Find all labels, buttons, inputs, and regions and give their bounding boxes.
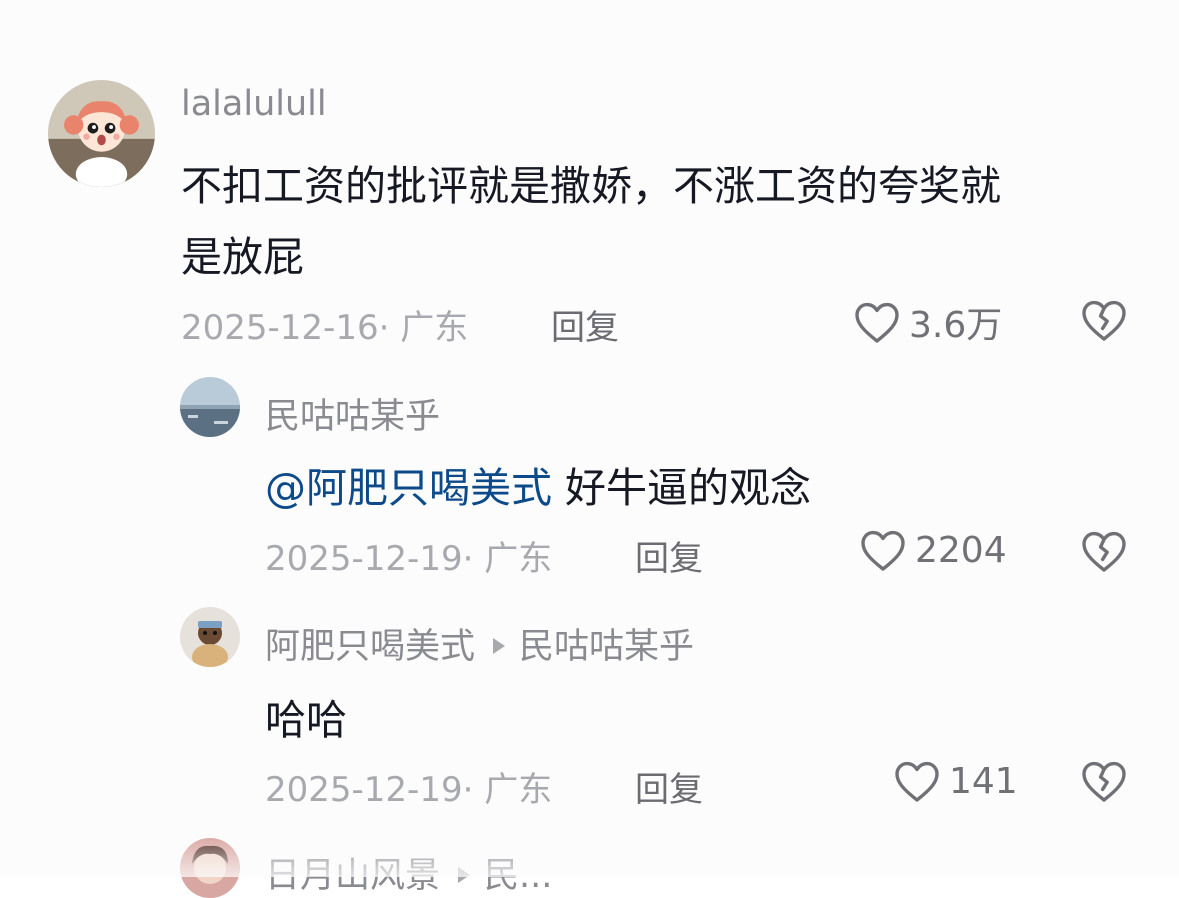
- comment-text: 不扣工资的批评就是撒娇，不涨工资的夸奖就: [181, 152, 1001, 212]
- avatar[interactable]: [48, 80, 155, 187]
- comment-text-line: 不扣工资的批评就是撒娇，不涨工资的夸奖就: [181, 162, 1001, 210]
- bottom-fade: [0, 835, 1179, 877]
- heart-outline-icon: [859, 528, 907, 572]
- like-count: 2204: [915, 529, 1007, 571]
- comment-text: 是放屁: [181, 223, 304, 283]
- heart-outline-icon: [853, 300, 901, 344]
- comment-date-location: 2025-12-16· 广东: [181, 308, 469, 348]
- avatar[interactable]: [180, 377, 240, 437]
- reply-button[interactable]: 回复: [635, 531, 703, 580]
- comment-username[interactable]: lalalulull: [181, 84, 327, 124]
- avatar[interactable]: [180, 607, 240, 667]
- dislike-button[interactable]: [1080, 759, 1128, 803]
- comment-list: lalalulull 不扣工资的批评就是撒娇，不涨工资的夸奖就 是放屁 2025…: [0, 0, 1179, 898]
- heart-outline-icon: [893, 759, 941, 803]
- dislike-button[interactable]: [1080, 298, 1128, 342]
- like-button[interactable]: 3.6万: [853, 296, 1002, 348]
- like-button[interactable]: 141: [893, 759, 1018, 803]
- like-count: 141: [949, 760, 1018, 802]
- broken-heart-icon: [1080, 529, 1128, 573]
- like-button[interactable]: 2204: [859, 528, 1007, 572]
- reply-text-body: 好牛逼的观念: [552, 464, 812, 512]
- reply-button[interactable]: 回复: [551, 300, 619, 349]
- reply-text: 哈哈: [265, 696, 347, 744]
- mention-link[interactable]: @阿肥只喝美式: [265, 464, 552, 512]
- reply-text: @阿肥只喝美式 好牛逼的观念: [265, 454, 811, 514]
- like-count: 3.6万: [909, 305, 1003, 346]
- broken-heart-icon: [1080, 759, 1128, 803]
- reply-to-username[interactable]: 民咕咕某乎: [519, 627, 694, 667]
- reply-date-location: 2025-12-19· 广东: [265, 770, 553, 810]
- reply-button[interactable]: 回复: [635, 762, 703, 811]
- reply-username[interactable]: 民咕咕某乎: [265, 388, 440, 439]
- comment-text-line: 是放屁: [181, 233, 304, 281]
- reply-date-location: 2025-12-19· 广东: [265, 539, 553, 579]
- broken-heart-icon: [1080, 298, 1128, 342]
- reply-username[interactable]: 阿肥只喝美式: [265, 627, 475, 667]
- dislike-button[interactable]: [1080, 529, 1128, 573]
- reply-username-line: 阿肥只喝美式 民咕咕某乎: [265, 618, 694, 669]
- triangle-right-icon: [493, 638, 506, 654]
